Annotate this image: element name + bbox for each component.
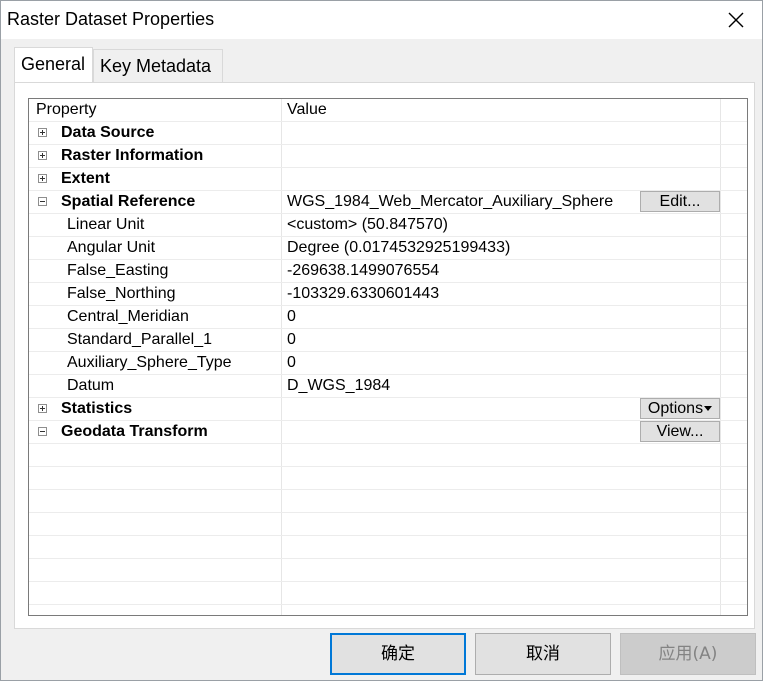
row-property: Statistics xyxy=(61,400,133,417)
row-angular-unit[interactable]: Angular Unit Degree (0.0174532925199433) xyxy=(29,237,747,260)
row-standard-parallel-1[interactable]: Standard_Parallel_1 0 xyxy=(29,329,747,352)
collapse-icon[interactable] xyxy=(38,197,47,206)
row-property: Geodata Transform xyxy=(61,423,208,440)
empty-row xyxy=(29,559,747,582)
tab-key-metadata[interactable]: Key Metadata xyxy=(93,49,223,82)
empty-row xyxy=(29,467,747,490)
row-geodata-transform[interactable]: Geodata Transform View... xyxy=(29,421,747,444)
row-property: Raster Information xyxy=(61,147,204,164)
expand-icon[interactable] xyxy=(38,404,47,413)
view-geodata-transform-button[interactable]: View... xyxy=(640,421,720,442)
empty-row xyxy=(29,490,747,513)
ok-button[interactable]: 确定 xyxy=(330,633,466,675)
row-property: False_Northing xyxy=(67,285,176,302)
options-label: Options xyxy=(647,400,704,417)
property-grid[interactable]: Property Value Data Source Raster Inform… xyxy=(28,98,748,616)
close-icon xyxy=(728,12,744,28)
empty-row xyxy=(29,444,747,467)
row-value: WGS_1984_Web_Mercator_Auxiliary_Sphere xyxy=(287,193,614,210)
raster-dataset-properties-dialog: Raster Dataset Properties General Key Me… xyxy=(0,0,763,681)
cancel-button[interactable]: 取消 xyxy=(475,633,611,675)
row-property: Extent xyxy=(61,170,110,187)
row-spatial-reference[interactable]: Spatial Reference WGS_1984_Web_Mercator_… xyxy=(29,191,747,214)
collapse-icon[interactable] xyxy=(38,427,47,436)
row-value: Degree (0.0174532925199433) xyxy=(287,239,511,256)
row-datum[interactable]: Datum D_WGS_1984 xyxy=(29,375,747,398)
row-raster-information[interactable]: Raster Information xyxy=(29,145,747,168)
row-extent[interactable]: Extent xyxy=(29,168,747,191)
row-property: Spatial Reference xyxy=(61,193,196,210)
property-column-header: Property xyxy=(36,101,97,118)
row-property: Central_Meridian xyxy=(67,308,189,325)
row-central-meridian[interactable]: Central_Meridian 0 xyxy=(29,306,747,329)
grid-header-row: Property Value xyxy=(29,99,747,122)
row-data-source[interactable]: Data Source xyxy=(29,122,747,145)
row-property: Angular Unit xyxy=(67,239,156,256)
statistics-options-button[interactable]: Options xyxy=(640,398,720,419)
general-tab-panel: Property Value Data Source Raster Inform… xyxy=(14,82,755,629)
title-bar: Raster Dataset Properties xyxy=(1,1,762,39)
row-property: Auxiliary_Sphere_Type xyxy=(67,354,232,371)
dialog-title: Raster Dataset Properties xyxy=(7,9,215,29)
empty-row xyxy=(29,513,747,536)
row-value: <custom> (50.847570) xyxy=(287,216,448,233)
empty-row xyxy=(29,536,747,559)
dropdown-caret-icon xyxy=(704,406,713,412)
expand-icon[interactable] xyxy=(38,128,47,137)
row-statistics[interactable]: Statistics Options xyxy=(29,398,747,421)
row-property: Linear Unit xyxy=(67,216,145,233)
tab-general[interactable]: General xyxy=(14,47,93,82)
value-column-header: Value xyxy=(287,101,327,118)
expand-icon[interactable] xyxy=(38,151,47,160)
row-linear-unit[interactable]: Linear Unit <custom> (50.847570) xyxy=(29,214,747,237)
row-value: 0 xyxy=(287,308,296,325)
row-value: 0 xyxy=(287,354,296,371)
edit-spatial-reference-button[interactable]: Edit... xyxy=(640,191,720,212)
row-value: D_WGS_1984 xyxy=(287,377,391,394)
row-value: -103329.6330601443 xyxy=(287,285,440,302)
row-false-easting[interactable]: False_Easting -269638.1499076554 xyxy=(29,260,747,283)
row-property: Standard_Parallel_1 xyxy=(67,331,212,348)
row-property: False_Easting xyxy=(67,262,169,279)
empty-row xyxy=(29,582,747,605)
row-property: Data Source xyxy=(61,124,155,141)
row-auxiliary-sphere-type[interactable]: Auxiliary_Sphere_Type 0 xyxy=(29,352,747,375)
apply-button[interactable]: 应用(A) xyxy=(620,633,756,675)
row-value: -269638.1499076554 xyxy=(287,262,440,279)
expand-icon[interactable] xyxy=(38,174,47,183)
row-false-northing[interactable]: False_Northing -103329.6330601443 xyxy=(29,283,747,306)
row-value: 0 xyxy=(287,331,296,348)
row-property: Datum xyxy=(67,377,115,394)
close-button[interactable] xyxy=(716,3,756,37)
